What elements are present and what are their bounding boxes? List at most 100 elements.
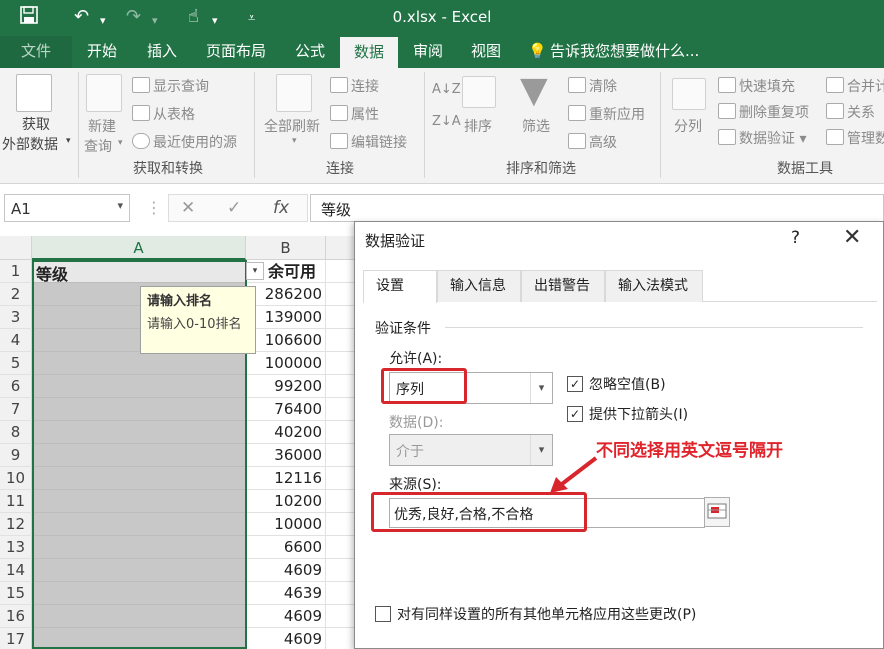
cell-b[interactable]: 4609 xyxy=(246,559,326,582)
row-header[interactable]: 9 xyxy=(0,444,32,467)
name-box[interactable]: A1 ▾ xyxy=(4,194,130,222)
clear-button[interactable]: 清除 xyxy=(568,76,617,96)
row-header[interactable]: 2 xyxy=(0,283,32,306)
row-header[interactable]: 15 xyxy=(0,582,32,605)
row-header[interactable]: 4 xyxy=(0,329,32,352)
consolidate-button[interactable]: 合并计 xyxy=(826,76,884,96)
relationships-button[interactable]: 关系 xyxy=(826,102,875,122)
manage-data-model-button[interactable]: 管理数 xyxy=(826,128,884,148)
row-header[interactable]: 5 xyxy=(0,352,32,375)
chevron-down-icon[interactable]: ▾ xyxy=(530,373,552,403)
row-header[interactable]: 11 xyxy=(0,490,32,513)
cell-c[interactable] xyxy=(326,329,356,352)
tab-page-layout[interactable]: 页面布局 xyxy=(196,36,276,68)
cell-b[interactable]: 10000 xyxy=(246,513,326,536)
apply-all-checkbox[interactable] xyxy=(375,606,391,622)
column-header-b[interactable]: B xyxy=(246,236,326,260)
cell-b[interactable]: 4609 xyxy=(246,605,326,628)
tab-ime-mode[interactable]: 输入法模式 xyxy=(605,270,703,302)
row-header[interactable]: 6 xyxy=(0,375,32,398)
cell-c[interactable] xyxy=(326,513,356,536)
from-table-button[interactable]: 从表格 xyxy=(132,104,195,124)
cell-c[interactable] xyxy=(326,398,356,421)
text-to-columns-button[interactable]: 分列 xyxy=(674,116,702,136)
cell-c[interactable] xyxy=(326,467,356,490)
cell-a[interactable] xyxy=(32,421,246,444)
cell-c[interactable] xyxy=(326,306,356,329)
advanced-button[interactable]: 高级 xyxy=(568,132,617,152)
cell-a[interactable] xyxy=(32,605,246,628)
tab-insert[interactable]: 插入 xyxy=(138,36,186,68)
row-header[interactable]: 8 xyxy=(0,421,32,444)
sort-button[interactable]: 排序 xyxy=(464,116,492,136)
cell-b[interactable]: 6600 xyxy=(246,536,326,559)
show-query-button[interactable]: 显示查询 xyxy=(132,76,209,96)
chevron-down-icon[interactable]: ▾ xyxy=(117,199,123,212)
refresh-all-button[interactable]: 全部刷新 xyxy=(264,116,320,136)
tab-input-message[interactable]: 输入信息 xyxy=(437,270,521,302)
tab-settings[interactable]: 设置 xyxy=(363,270,437,303)
get-external-data-button[interactable]: 获取 xyxy=(10,114,62,134)
cell-a[interactable] xyxy=(32,536,246,559)
cell-b[interactable]: 36000 xyxy=(246,444,326,467)
cell-b[interactable]: 12116 xyxy=(246,467,326,490)
cell-a[interactable] xyxy=(32,628,246,649)
filter-button[interactable]: 筛选 xyxy=(522,116,550,136)
formula-input[interactable]: 等级 xyxy=(310,194,884,222)
row-header[interactable]: 10 xyxy=(0,467,32,490)
tab-review[interactable]: 审阅 xyxy=(404,36,452,68)
close-icon[interactable]: ✕ xyxy=(843,225,861,250)
data-validation-button[interactable]: 数据验证 ▾ xyxy=(718,128,806,148)
tab-data[interactable]: 数据 xyxy=(340,36,398,68)
row-header[interactable]: 7 xyxy=(0,398,32,421)
resize-handle-icon[interactable]: ⋮ xyxy=(146,198,162,217)
collapse-dialog-icon[interactable] xyxy=(704,497,730,527)
validation-dropdown-icon[interactable]: ▾ xyxy=(246,262,264,280)
cell-b[interactable]: 100000 xyxy=(246,352,326,375)
dropdown-checkbox[interactable]: ✓ xyxy=(567,406,583,422)
tab-formulas[interactable]: 公式 xyxy=(286,36,334,68)
row-header[interactable]: 16 xyxy=(0,605,32,628)
remove-duplicates-button[interactable]: 删除重复项 xyxy=(718,102,809,122)
recent-sources-button[interactable]: 最近使用的源 xyxy=(132,132,237,152)
connections-button[interactable]: 连接 xyxy=(330,76,379,96)
new-query-line2[interactable]: 查询 xyxy=(84,136,112,156)
row-header[interactable]: 13 xyxy=(0,536,32,559)
cell-c[interactable] xyxy=(326,283,356,306)
insert-function-icon[interactable]: fx xyxy=(273,198,289,218)
source-input[interactable]: 优秀,良好,合格,不合格 xyxy=(389,498,705,528)
cell-c[interactable] xyxy=(326,536,356,559)
cell-b[interactable]: 40200 xyxy=(246,421,326,444)
tab-file[interactable]: 文件 xyxy=(0,36,72,68)
properties-button[interactable]: 属性 xyxy=(330,104,379,124)
cell-b[interactable]: 106600 xyxy=(246,329,326,352)
cancel-icon[interactable]: ✕ xyxy=(181,198,195,218)
cell-a[interactable] xyxy=(32,559,246,582)
cell-c[interactable] xyxy=(326,352,356,375)
new-query-line1[interactable]: 新建 xyxy=(88,116,116,136)
cell-a1-header[interactable]: 等级 ▾ xyxy=(32,260,264,284)
help-button[interactable]: ? xyxy=(791,228,800,248)
tab-view[interactable]: 视图 xyxy=(462,36,510,68)
tell-me-search[interactable]: 告诉我您想要做什么... xyxy=(550,36,730,68)
sort-ascending-icon[interactable]: A↓Z xyxy=(432,82,461,97)
cell-a[interactable] xyxy=(32,513,246,536)
cell-b[interactable]: 99200 xyxy=(246,375,326,398)
cell-a[interactable] xyxy=(32,467,246,490)
row-header[interactable]: 14 xyxy=(0,559,32,582)
cell-c[interactable] xyxy=(326,605,356,628)
allow-select[interactable]: 序列 ▾ xyxy=(389,372,553,404)
enter-icon[interactable]: ✓ xyxy=(227,198,241,218)
cell-a[interactable] xyxy=(32,582,246,605)
cell-a[interactable] xyxy=(32,352,246,375)
flash-fill-button[interactable]: 快速填充 xyxy=(718,76,795,96)
data-select[interactable]: 介于 ▾ xyxy=(389,434,553,466)
sort-descending-icon[interactable]: Z↓A xyxy=(432,114,461,129)
cell-b[interactable]: 10200 xyxy=(246,490,326,513)
reapply-button[interactable]: 重新应用 xyxy=(568,104,645,124)
cell-b[interactable]: 76400 xyxy=(246,398,326,421)
edit-links-button[interactable]: 编辑链接 xyxy=(330,132,407,152)
tab-home[interactable]: 开始 xyxy=(78,36,126,68)
cell-b[interactable]: 4609 xyxy=(246,628,326,649)
cell-c[interactable] xyxy=(326,421,356,444)
